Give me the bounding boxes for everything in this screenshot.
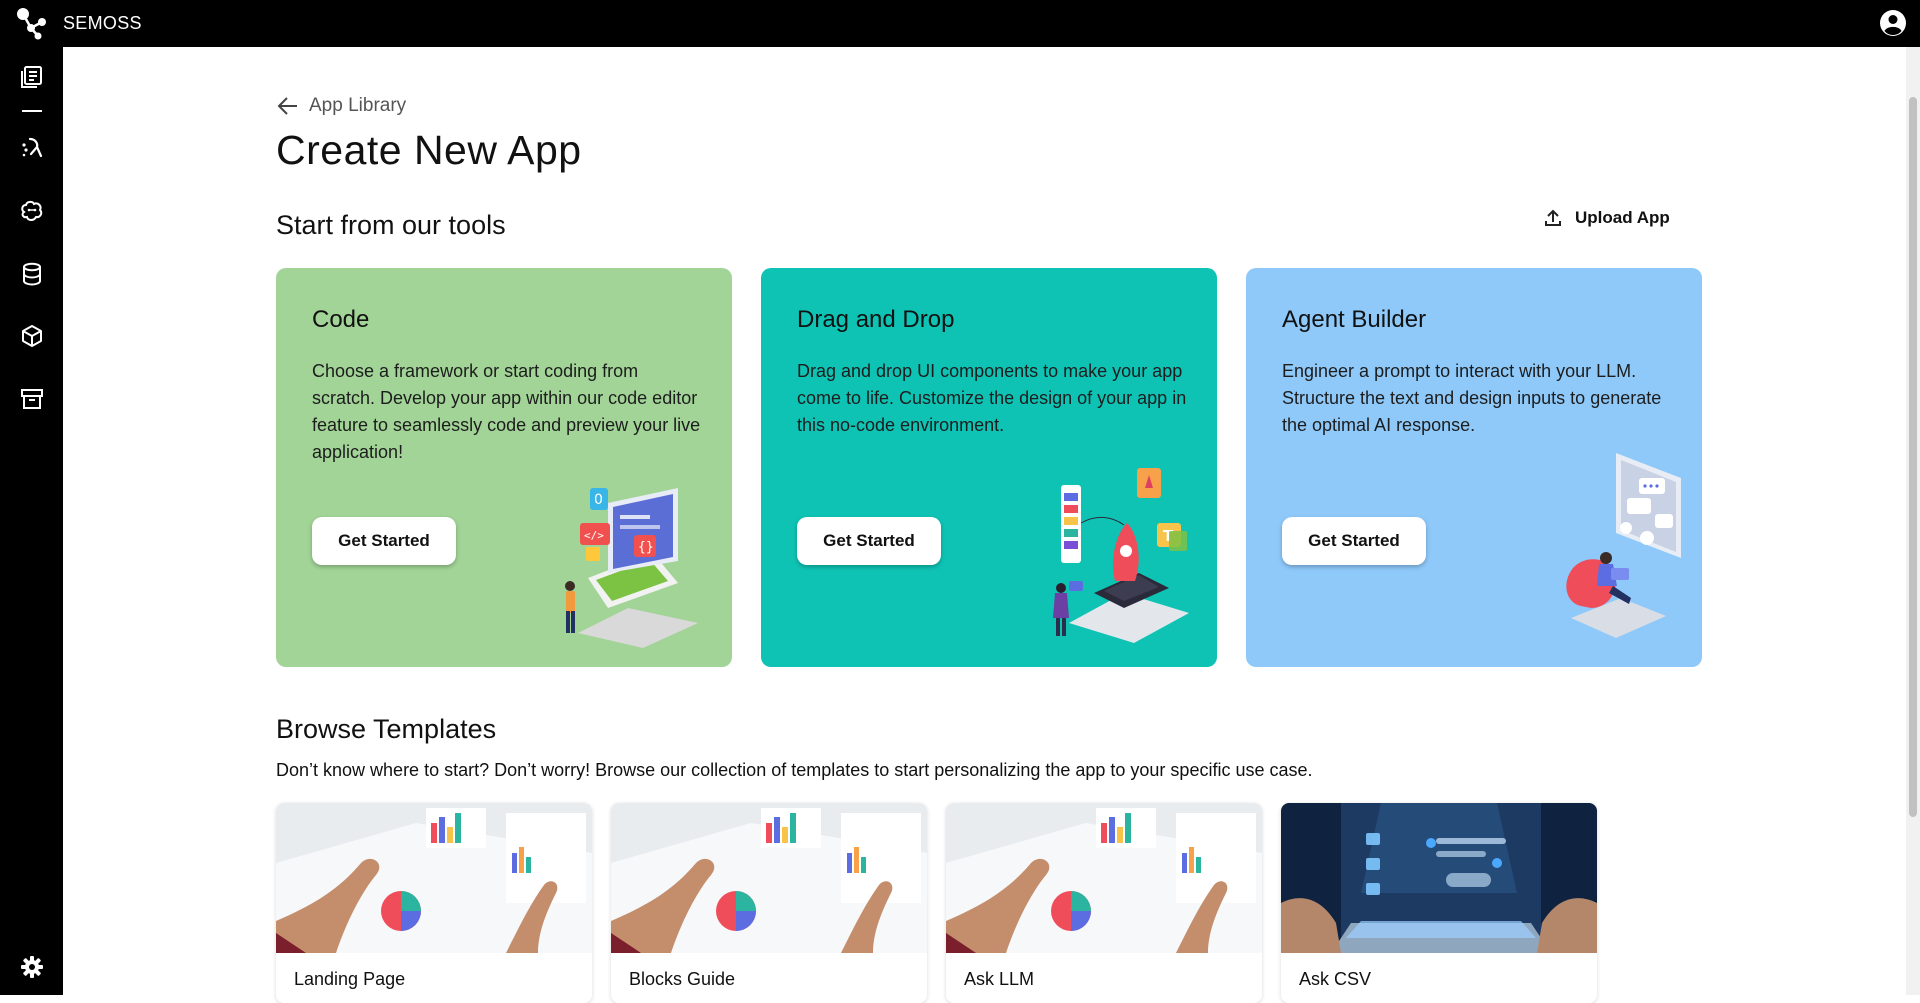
template-name: Landing Page <box>294 969 406 989</box>
template-card-ask-csv[interactable]: Ask CSV <box>1281 803 1597 1003</box>
get-started-button[interactable]: Get Started <box>1282 517 1426 565</box>
database-icon <box>23 262 41 286</box>
tool-card-description: Choose a framework or start coding from … <box>312 361 701 462</box>
upload-icon <box>1545 209 1561 226</box>
sidebar <box>0 47 63 995</box>
tools-section-title: Start from our tools <box>276 210 506 240</box>
breadcrumb-label: App Library <box>309 95 407 116</box>
semoss-logo-icon[interactable] <box>14 6 48 40</box>
sidebar-item-build[interactable] <box>14 130 50 166</box>
scrollbar[interactable] <box>1906 47 1920 995</box>
sidebar-item-models[interactable] <box>14 193 50 229</box>
sidebar-item-storage[interactable] <box>14 318 50 354</box>
sidebar-item-app-library[interactable] <box>14 59 50 95</box>
brain-icon <box>21 200 43 221</box>
upload-app-button[interactable]: Upload App <box>1543 208 1670 228</box>
template-card-blocks-guide[interactable]: Blocks Guide <box>611 803 927 1003</box>
gear-icon <box>21 956 43 978</box>
tool-card-description: Engineer a prompt to interact with your … <box>1282 361 1662 435</box>
library-icon <box>21 66 42 88</box>
svg-text:{}: {} <box>638 540 654 555</box>
upload-app-label: Upload App <box>1575 208 1670 227</box>
build-icon <box>22 137 43 158</box>
templates-section-title: Browse Templates <box>276 714 497 744</box>
tool-card-title: Drag and Drop <box>797 306 955 333</box>
templates-section-description: Don’t know where to start? Don’t worry! … <box>276 760 1313 780</box>
main-content: App Library Create New App Start from ou… <box>63 47 1906 1003</box>
sidebar-item-databases[interactable] <box>14 256 50 292</box>
archive-icon <box>21 389 43 409</box>
template-thumbnail-image <box>611 803 927 953</box>
template-name: Ask CSV <box>1299 969 1372 989</box>
sidebar-item-archive[interactable] <box>14 381 50 417</box>
scrollbar-thumb[interactable] <box>1909 97 1917 817</box>
template-card-ask-llm[interactable]: Ask LLM <box>946 803 1262 1003</box>
template-thumbnail-image <box>1281 803 1597 953</box>
brand-name: SEMOSS <box>63 13 142 33</box>
page-title: Create New App <box>276 127 582 173</box>
tool-card-drag-and-drop[interactable]: Drag and Drop Drag and drop UI component… <box>761 268 1217 667</box>
tool-card-title: Code <box>312 306 370 333</box>
get-started-button[interactable]: Get Started <box>312 517 456 565</box>
arrow-back-icon <box>277 97 297 115</box>
drag-drop-illustration-icon: T <box>1053 468 1189 643</box>
template-name: Ask LLM <box>964 969 1035 989</box>
svg-text:0: 0 <box>594 492 603 508</box>
template-card-landing-page[interactable]: Landing Page <box>276 803 592 1003</box>
get-started-button[interactable]: Get Started <box>797 517 941 565</box>
tool-card-description: Drag and drop UI components to make your… <box>797 361 1187 435</box>
account-icon[interactable] <box>1878 8 1908 38</box>
tool-card-title: Agent Builder <box>1282 306 1427 333</box>
settings-button[interactable] <box>14 949 50 985</box>
agent-builder-illustration-icon <box>1566 453 1681 638</box>
code-illustration-icon: {} </> 0 <box>565 488 698 648</box>
sidebar-divider <box>22 110 42 112</box>
top-bar: SEMOSS <box>0 0 1920 47</box>
tool-card-code[interactable]: Code Choose a framework or start coding … <box>276 268 732 667</box>
template-thumbnail-image <box>276 803 592 953</box>
template-name: Blocks Guide <box>629 969 736 989</box>
cube-icon <box>22 325 42 347</box>
tool-card-agent-builder[interactable]: Agent Builder Engineer a prompt to inter… <box>1246 268 1702 667</box>
svg-text:</>: </> <box>584 529 604 542</box>
template-thumbnail-image <box>946 803 1262 953</box>
breadcrumb[interactable]: App Library <box>277 95 406 117</box>
